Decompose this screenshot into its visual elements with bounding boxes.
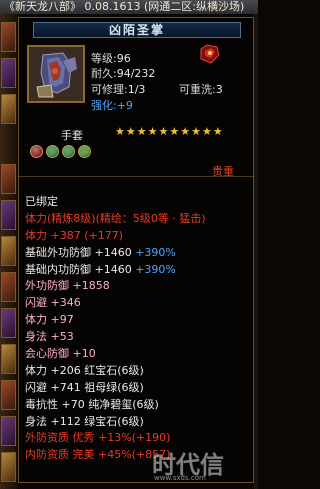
gloves-icon [27, 45, 85, 103]
star-icon: ★ [180, 125, 191, 138]
attribute-line: 毒抗性 +70 纯净碧玺(6级) [25, 397, 251, 414]
attribute-text: 内防资质 完美 +45%(+857) [25, 448, 171, 462]
sidebar-slot[interactable] [1, 94, 16, 124]
attribute-text: 基础内功防御 +1460 [25, 262, 136, 276]
sidebar-slot[interactable] [1, 344, 16, 374]
attribute-line: 身法 +112 绿宝石(6级) [25, 414, 251, 431]
attribute-bonus: +390% [135, 245, 176, 259]
attribute-line: 体力(精炼8级)(精绘：5级0等 · 猛击) [25, 211, 251, 228]
attribute-line: 闪避 +346 [25, 295, 251, 312]
item-rewashable: 可重洗:3 [179, 83, 223, 96]
sidebar-slot[interactable] [1, 452, 16, 482]
star-icon: ★ [169, 125, 180, 138]
star-icon: ★ [136, 125, 147, 138]
sidebar-slot[interactable] [1, 22, 16, 52]
attribute-text: 身法 +53 [25, 330, 74, 344]
attribute-text: 体力 +97 [25, 313, 74, 327]
attribute-text: 外防资质 优秀 +13%(+190) [25, 431, 171, 445]
attribute-line: 会心防御 +10 [25, 346, 251, 363]
attribute-text: 闪避 +741 祖母绿(6级) [25, 380, 144, 394]
sidebar-slot[interactable] [1, 236, 16, 266]
attribute-text: 闪避 +346 [25, 296, 81, 310]
sidebar-slot[interactable] [1, 200, 16, 230]
attribute-bonus: +390% [135, 262, 176, 276]
gem-socket [78, 145, 91, 158]
attribute-text: 身法 +112 绿宝石(6级) [25, 414, 144, 428]
star-icon: ★ [147, 125, 158, 138]
item-level: 等级:96 [91, 52, 131, 65]
window-titlebar: 《新天龙八部》 0.08.1613 (网通二区:纵横沙场) [0, 0, 258, 14]
red-gem-icon [197, 43, 221, 65]
sidebar-slot[interactable] [1, 164, 16, 194]
attribute-line: 体力 +206 红宝石(6级) [25, 363, 251, 380]
attribute-text: 体力 +387 (+177) [25, 228, 124, 242]
attribute-line: 体力 +387 (+177) [25, 228, 251, 245]
star-icon: ★ [212, 125, 223, 138]
attribute-text: 毒抗性 +70 纯净碧玺(6级) [25, 397, 159, 411]
gem-socket [30, 145, 43, 158]
sidebar-slot[interactable] [1, 272, 16, 302]
attribute-line: 基础内功防御 +1460 +390% [25, 262, 251, 279]
item-durability: 耐久:94/232 [91, 67, 156, 80]
attribute-line: 体力 +97 [25, 312, 251, 329]
watermark-url: www.sxds.com [154, 474, 206, 482]
sidebar-slot[interactable] [1, 58, 16, 88]
star-icon: ★ [115, 125, 125, 138]
attribute-list: 已绑定体力(精炼8级)(精绘：5级0等 · 猛击) 体力 +387 (+177) 基… [25, 194, 251, 464]
attribute-text: 已绑定 [25, 195, 58, 208]
right-frame-edge [254, 14, 258, 489]
item-repairable: 可修理:1/3 [91, 83, 146, 96]
attribute-text: 外功防御 +1858 [25, 279, 110, 293]
item-name: 凶陌圣掌 [33, 22, 241, 38]
star-icon: ★ [158, 125, 169, 138]
star-icon: ★ [202, 125, 212, 138]
star-rating: ★ ★ ★ ★ ★ ★ ★ ★ ★ ★ [115, 126, 223, 138]
skill-sidebar [0, 14, 17, 489]
attribute-text: 体力 +206 红宝石(6级) [25, 363, 144, 377]
divider [19, 176, 253, 177]
sidebar-slot[interactable] [1, 416, 16, 446]
attribute-text: 体力(精炼8级)(精绘：5级0等 · 猛击) [25, 211, 206, 225]
attribute-line: 已绑定 [25, 194, 251, 211]
sidebar-slot[interactable] [1, 308, 16, 338]
star-icon: ★ [191, 125, 201, 138]
attribute-line: 外防资质 优秀 +13%(+190) [25, 430, 251, 447]
gem-socket [62, 145, 75, 158]
item-strengthen: 强化:+9 [91, 99, 133, 112]
attribute-line: 外功防御 +1858 [25, 278, 251, 295]
attribute-line: 闪避 +741 祖母绿(6级) [25, 380, 251, 397]
watermark: 时代信 www.sxds.com [152, 452, 256, 484]
gem-socket [46, 145, 59, 158]
attribute-line: 基础外功防御 +1460 +390% [25, 245, 251, 262]
attribute-text: 会心防御 +10 [25, 347, 96, 361]
attribute-text: 基础外功防御 +1460 [25, 245, 136, 259]
sidebar-slot[interactable] [1, 380, 16, 410]
item-tooltip-panel: 凶陌圣掌 等级:96 耐久:94/232 可修理:1/3 可重洗:3 强化:+9… [18, 17, 254, 483]
gem-sockets [30, 145, 91, 158]
attribute-line: 身法 +53 [25, 329, 251, 346]
window-title: 《新天龙八部》 0.08.1613 (网通二区:纵横沙场) [4, 0, 245, 13]
item-type: 手套 [61, 129, 83, 142]
star-icon: ★ [125, 125, 136, 138]
